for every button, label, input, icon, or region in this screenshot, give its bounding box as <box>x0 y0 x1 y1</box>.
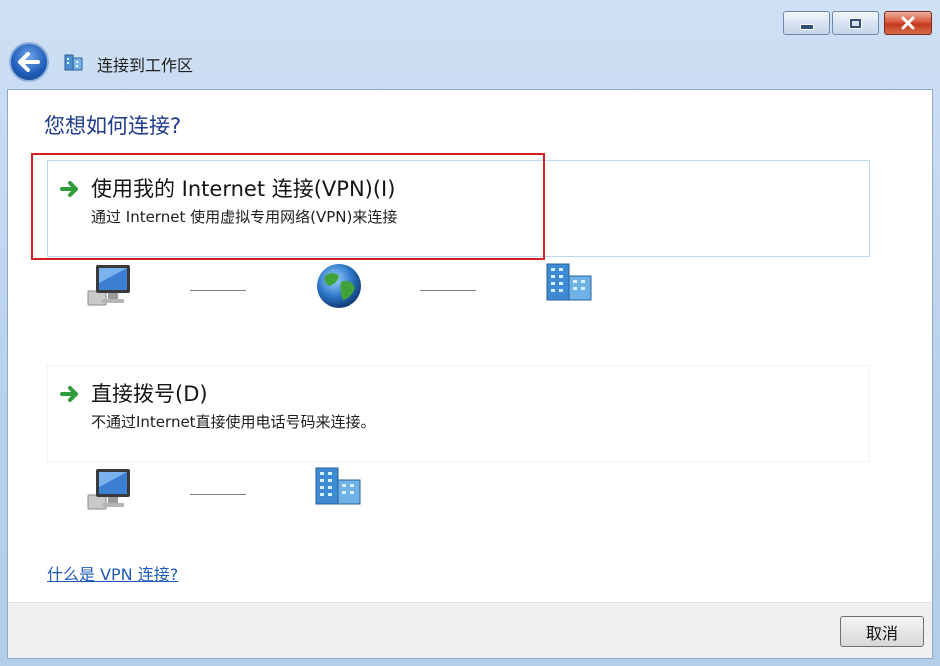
option-direct-dial[interactable]: 直接拨号(D) 不通过Internet直接使用电话号码来连接。 <box>47 365 870 462</box>
vpn-help-link[interactable]: 什么是 VPN 连接? <box>47 561 178 585</box>
minimize-button[interactable] <box>783 11 830 35</box>
highlight-frame <box>31 153 545 260</box>
footer-bar <box>8 602 932 658</box>
computer-icon <box>87 469 130 510</box>
globe-icon <box>317 264 361 308</box>
cancel-button[interactable]: 取消 <box>840 616 924 647</box>
connection-line <box>190 290 246 291</box>
close-button[interactable] <box>884 11 932 35</box>
window: 连接到工作区 您想如何连接? 使用我的 Internet 连接(VPN)(I) … <box>0 0 940 666</box>
workplace-building-icon <box>315 467 361 505</box>
back-button[interactable] <box>9 42 49 82</box>
connection-line <box>420 290 476 291</box>
connection-line <box>190 494 246 495</box>
option-description: 不通过Internet直接使用电话号码来连接。 <box>91 413 376 431</box>
close-icon <box>901 16 915 30</box>
workplace-network-icon <box>64 54 83 71</box>
green-arrow-icon <box>60 386 78 402</box>
page-heading: 您想如何连接? <box>44 114 182 138</box>
window-title: 连接到工作区 <box>97 56 194 75</box>
back-arrow-icon <box>18 52 40 72</box>
option-title: 直接拨号(D) <box>91 382 208 406</box>
maximize-icon <box>849 17 862 29</box>
computer-icon <box>87 265 130 306</box>
maximize-button[interactable] <box>832 11 879 35</box>
minimize-icon <box>799 24 814 30</box>
workplace-building-icon <box>546 263 592 301</box>
